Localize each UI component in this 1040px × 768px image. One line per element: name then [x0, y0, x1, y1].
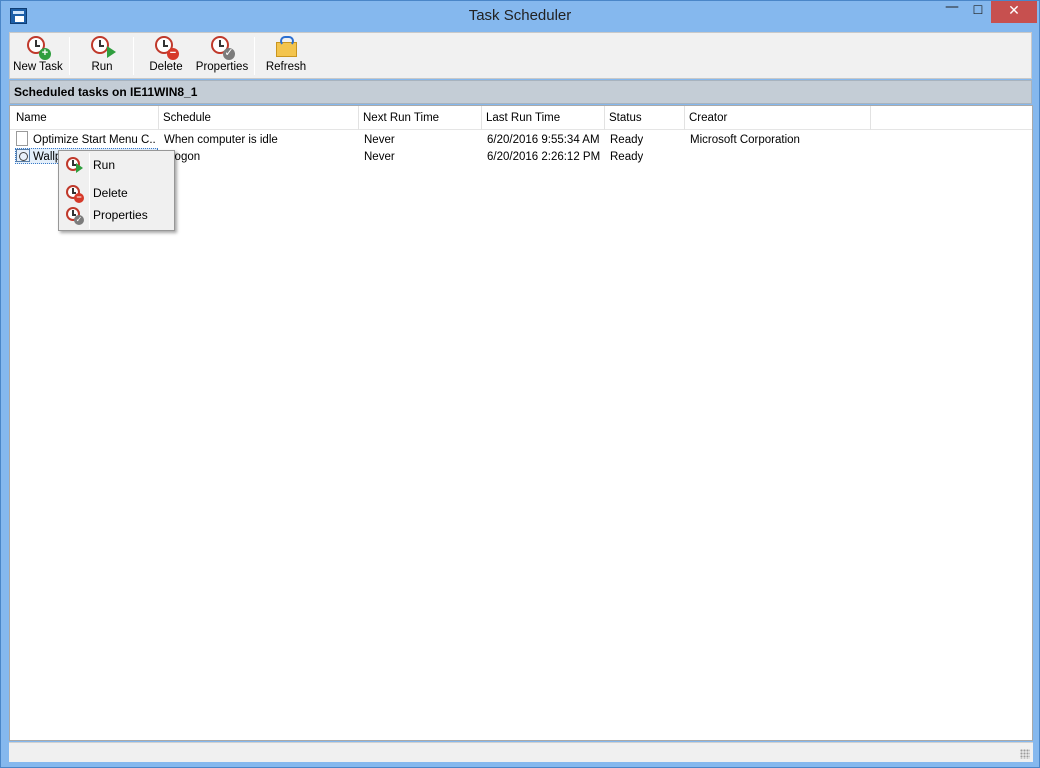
task-name: Optimize Start Menu C...	[33, 134, 155, 146]
column-header-last-run[interactable]: Last Run Time	[486, 112, 560, 124]
resize-grip-icon[interactable]	[1020, 749, 1030, 759]
column-divider[interactable]	[481, 106, 482, 130]
tasks-header: Scheduled tasks on IE11WIN8_1	[9, 80, 1032, 104]
column-header-creator[interactable]: Creator	[689, 112, 727, 124]
task-schedule: logon	[172, 151, 201, 163]
minimize-button[interactable]: —	[939, 0, 965, 21]
refresh-label: Refresh	[265, 61, 307, 73]
properties-icon: ✓	[66, 207, 84, 225]
document-icon	[16, 131, 28, 146]
close-button[interactable]: ✕	[991, 1, 1037, 23]
column-divider[interactable]	[870, 106, 871, 130]
toolbar-separator	[133, 37, 134, 75]
new-task-button[interactable]: + New Task	[12, 36, 64, 77]
table-row[interactable]: Optimize Start Menu C... When computer i…	[10, 131, 1032, 149]
window-title: Task Scheduler	[468, 7, 572, 24]
task-schedule: When computer is idle	[164, 134, 278, 146]
refresh-button[interactable]: Refresh	[263, 36, 309, 77]
task-last-run: 6/20/2016 9:55:34 AM	[487, 134, 600, 146]
column-divider[interactable]	[358, 106, 359, 130]
run-icon	[66, 157, 83, 173]
delete-icon: −	[66, 185, 84, 203]
run-icon	[91, 36, 116, 58]
tasks-header-title: Scheduled tasks on IE11WIN8_1	[14, 85, 198, 99]
properties-button[interactable]: ✓ Properties	[194, 36, 250, 77]
refresh-icon	[275, 36, 297, 58]
task-creator: Microsoft Corporation	[690, 134, 800, 146]
new-task-label: New Task	[13, 61, 63, 73]
context-menu-run[interactable]: Run	[61, 154, 172, 176]
task-status: Ready	[610, 134, 644, 146]
new-task-icon: +	[27, 36, 51, 60]
context-menu-properties-label: Properties	[93, 208, 148, 222]
column-header-next-run[interactable]: Next Run Time	[363, 112, 439, 124]
column-divider[interactable]	[684, 106, 685, 130]
column-header-status[interactable]: Status	[609, 112, 642, 124]
delete-button[interactable]: − Delete	[144, 36, 188, 77]
column-divider[interactable]	[158, 106, 159, 130]
maximize-button[interactable]: ☐	[965, 3, 991, 25]
context-menu-delete-label: Delete	[93, 186, 128, 200]
context-menu-properties[interactable]: ✓ Properties	[61, 204, 172, 226]
context-menu-run-label: Run	[93, 158, 116, 172]
column-headers: Name Schedule Next Run Time Last Run Tim…	[10, 106, 1032, 130]
main-window: Task Scheduler — ☐ ✕ + New Task Run − De…	[0, 0, 1040, 768]
run-label: Run	[91, 61, 113, 73]
run-button[interactable]: Run	[80, 36, 124, 77]
toolbar-separator	[254, 37, 255, 75]
task-next-run: Never	[364, 151, 395, 163]
task-last-run: 6/20/2016 2:26:12 PM	[487, 151, 601, 163]
task-icon	[16, 149, 30, 162]
toolbar: + New Task Run − Delete ✓ Properties Ref…	[9, 32, 1032, 79]
toolbar-separator	[69, 37, 70, 75]
context-menu: Run − Delete ✓ Properties	[58, 150, 175, 231]
context-menu-delete[interactable]: − Delete	[61, 182, 172, 204]
properties-label: Properties	[195, 61, 249, 73]
column-header-name[interactable]: Name	[16, 112, 47, 124]
delete-label: Delete	[149, 61, 183, 73]
title-bar[interactable]: Task Scheduler — ☐ ✕	[1, 0, 1039, 31]
properties-icon: ✓	[211, 36, 235, 60]
column-header-schedule[interactable]: Schedule	[163, 112, 211, 124]
task-status: Ready	[610, 151, 644, 163]
delete-icon: −	[155, 36, 179, 60]
task-next-run: Never	[364, 134, 395, 146]
status-bar	[9, 742, 1033, 762]
column-divider[interactable]	[604, 106, 605, 130]
